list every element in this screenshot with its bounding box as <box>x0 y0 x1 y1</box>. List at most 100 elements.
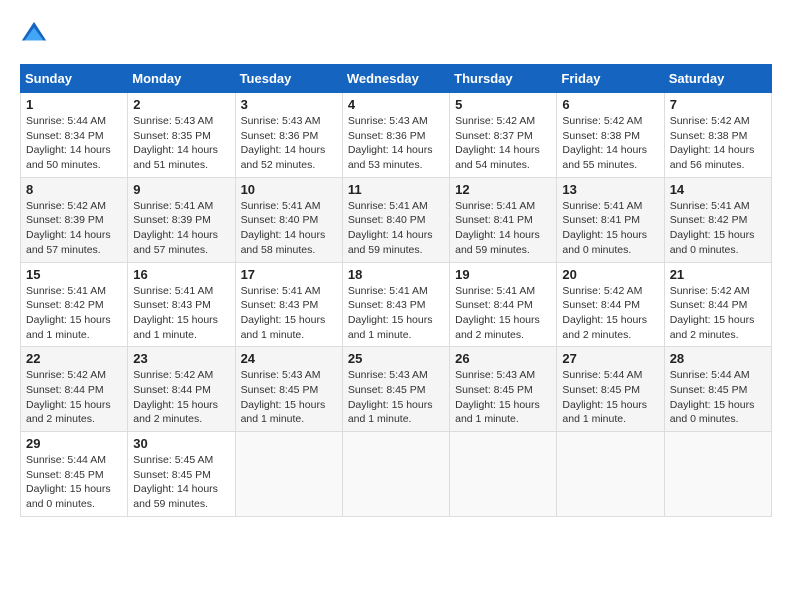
logo-icon <box>20 20 48 48</box>
day-info: Sunrise: 5:41 AM Sunset: 8:39 PM Dayligh… <box>133 199 229 258</box>
calendar-day-25: 25 Sunrise: 5:43 AM Sunset: 8:45 PM Dayl… <box>342 347 449 432</box>
day-number: 29 <box>26 436 122 451</box>
day-number: 16 <box>133 267 229 282</box>
col-header-wednesday: Wednesday <box>342 65 449 93</box>
day-info: Sunrise: 5:44 AM Sunset: 8:45 PM Dayligh… <box>26 453 122 512</box>
calendar-week-5: 29 Sunrise: 5:44 AM Sunset: 8:45 PM Dayl… <box>21 432 772 517</box>
day-info: Sunrise: 5:43 AM Sunset: 8:45 PM Dayligh… <box>241 368 337 427</box>
day-number: 6 <box>562 97 658 112</box>
calendar-day-3: 3 Sunrise: 5:43 AM Sunset: 8:36 PM Dayli… <box>235 93 342 178</box>
day-info: Sunrise: 5:44 AM Sunset: 8:45 PM Dayligh… <box>562 368 658 427</box>
day-info: Sunrise: 5:41 AM Sunset: 8:43 PM Dayligh… <box>241 284 337 343</box>
col-header-sunday: Sunday <box>21 65 128 93</box>
calendar-day-2: 2 Sunrise: 5:43 AM Sunset: 8:35 PM Dayli… <box>128 93 235 178</box>
calendar-day-19: 19 Sunrise: 5:41 AM Sunset: 8:44 PM Dayl… <box>450 262 557 347</box>
empty-cell <box>557 432 664 517</box>
day-number: 4 <box>348 97 444 112</box>
day-info: Sunrise: 5:45 AM Sunset: 8:45 PM Dayligh… <box>133 453 229 512</box>
empty-cell <box>342 432 449 517</box>
day-info: Sunrise: 5:41 AM Sunset: 8:41 PM Dayligh… <box>455 199 551 258</box>
day-number: 13 <box>562 182 658 197</box>
day-number: 27 <box>562 351 658 366</box>
col-header-saturday: Saturday <box>664 65 771 93</box>
day-number: 3 <box>241 97 337 112</box>
day-number: 24 <box>241 351 337 366</box>
calendar-day-22: 22 Sunrise: 5:42 AM Sunset: 8:44 PM Dayl… <box>21 347 128 432</box>
calendar-day-30: 30 Sunrise: 5:45 AM Sunset: 8:45 PM Dayl… <box>128 432 235 517</box>
calendar-day-9: 9 Sunrise: 5:41 AM Sunset: 8:39 PM Dayli… <box>128 177 235 262</box>
day-number: 14 <box>670 182 766 197</box>
day-info: Sunrise: 5:44 AM Sunset: 8:45 PM Dayligh… <box>670 368 766 427</box>
empty-cell <box>450 432 557 517</box>
empty-cell <box>235 432 342 517</box>
day-info: Sunrise: 5:42 AM Sunset: 8:44 PM Dayligh… <box>670 284 766 343</box>
day-number: 11 <box>348 182 444 197</box>
calendar-day-18: 18 Sunrise: 5:41 AM Sunset: 8:43 PM Dayl… <box>342 262 449 347</box>
calendar-day-23: 23 Sunrise: 5:42 AM Sunset: 8:44 PM Dayl… <box>128 347 235 432</box>
day-info: Sunrise: 5:42 AM Sunset: 8:44 PM Dayligh… <box>133 368 229 427</box>
day-info: Sunrise: 5:43 AM Sunset: 8:35 PM Dayligh… <box>133 114 229 173</box>
calendar-day-5: 5 Sunrise: 5:42 AM Sunset: 8:37 PM Dayli… <box>450 93 557 178</box>
day-number: 12 <box>455 182 551 197</box>
header <box>20 20 772 48</box>
day-number: 19 <box>455 267 551 282</box>
calendar-day-26: 26 Sunrise: 5:43 AM Sunset: 8:45 PM Dayl… <box>450 347 557 432</box>
calendar-day-6: 6 Sunrise: 5:42 AM Sunset: 8:38 PM Dayli… <box>557 93 664 178</box>
calendar-day-11: 11 Sunrise: 5:41 AM Sunset: 8:40 PM Dayl… <box>342 177 449 262</box>
calendar-table: SundayMondayTuesdayWednesdayThursdayFrid… <box>20 64 772 517</box>
calendar-day-17: 17 Sunrise: 5:41 AM Sunset: 8:43 PM Dayl… <box>235 262 342 347</box>
day-number: 10 <box>241 182 337 197</box>
calendar-day-16: 16 Sunrise: 5:41 AM Sunset: 8:43 PM Dayl… <box>128 262 235 347</box>
day-info: Sunrise: 5:41 AM Sunset: 8:43 PM Dayligh… <box>133 284 229 343</box>
calendar-day-28: 28 Sunrise: 5:44 AM Sunset: 8:45 PM Dayl… <box>664 347 771 432</box>
day-number: 5 <box>455 97 551 112</box>
day-number: 20 <box>562 267 658 282</box>
day-info: Sunrise: 5:41 AM Sunset: 8:43 PM Dayligh… <box>348 284 444 343</box>
calendar-day-10: 10 Sunrise: 5:41 AM Sunset: 8:40 PM Dayl… <box>235 177 342 262</box>
day-number: 1 <box>26 97 122 112</box>
calendar-day-24: 24 Sunrise: 5:43 AM Sunset: 8:45 PM Dayl… <box>235 347 342 432</box>
day-info: Sunrise: 5:42 AM Sunset: 8:37 PM Dayligh… <box>455 114 551 173</box>
day-info: Sunrise: 5:42 AM Sunset: 8:39 PM Dayligh… <box>26 199 122 258</box>
day-number: 26 <box>455 351 551 366</box>
day-info: Sunrise: 5:41 AM Sunset: 8:40 PM Dayligh… <box>348 199 444 258</box>
calendar-day-20: 20 Sunrise: 5:42 AM Sunset: 8:44 PM Dayl… <box>557 262 664 347</box>
day-info: Sunrise: 5:43 AM Sunset: 8:45 PM Dayligh… <box>455 368 551 427</box>
day-number: 21 <box>670 267 766 282</box>
day-number: 9 <box>133 182 229 197</box>
day-info: Sunrise: 5:42 AM Sunset: 8:38 PM Dayligh… <box>562 114 658 173</box>
day-number: 2 <box>133 97 229 112</box>
calendar-day-1: 1 Sunrise: 5:44 AM Sunset: 8:34 PM Dayli… <box>21 93 128 178</box>
calendar-day-15: 15 Sunrise: 5:41 AM Sunset: 8:42 PM Dayl… <box>21 262 128 347</box>
day-number: 28 <box>670 351 766 366</box>
logo <box>20 20 52 48</box>
col-header-monday: Monday <box>128 65 235 93</box>
calendar-day-14: 14 Sunrise: 5:41 AM Sunset: 8:42 PM Dayl… <box>664 177 771 262</box>
day-info: Sunrise: 5:43 AM Sunset: 8:36 PM Dayligh… <box>348 114 444 173</box>
day-info: Sunrise: 5:43 AM Sunset: 8:36 PM Dayligh… <box>241 114 337 173</box>
day-number: 8 <box>26 182 122 197</box>
day-info: Sunrise: 5:41 AM Sunset: 8:40 PM Dayligh… <box>241 199 337 258</box>
calendar-day-27: 27 Sunrise: 5:44 AM Sunset: 8:45 PM Dayl… <box>557 347 664 432</box>
col-header-thursday: Thursday <box>450 65 557 93</box>
day-number: 15 <box>26 267 122 282</box>
day-info: Sunrise: 5:41 AM Sunset: 8:44 PM Dayligh… <box>455 284 551 343</box>
day-info: Sunrise: 5:42 AM Sunset: 8:38 PM Dayligh… <box>670 114 766 173</box>
day-info: Sunrise: 5:41 AM Sunset: 8:42 PM Dayligh… <box>26 284 122 343</box>
day-number: 30 <box>133 436 229 451</box>
col-header-friday: Friday <box>557 65 664 93</box>
day-number: 25 <box>348 351 444 366</box>
calendar-day-4: 4 Sunrise: 5:43 AM Sunset: 8:36 PM Dayli… <box>342 93 449 178</box>
empty-cell <box>664 432 771 517</box>
day-number: 23 <box>133 351 229 366</box>
calendar-day-12: 12 Sunrise: 5:41 AM Sunset: 8:41 PM Dayl… <box>450 177 557 262</box>
calendar-week-4: 22 Sunrise: 5:42 AM Sunset: 8:44 PM Dayl… <box>21 347 772 432</box>
day-number: 18 <box>348 267 444 282</box>
day-info: Sunrise: 5:41 AM Sunset: 8:42 PM Dayligh… <box>670 199 766 258</box>
calendar-day-21: 21 Sunrise: 5:42 AM Sunset: 8:44 PM Dayl… <box>664 262 771 347</box>
calendar-day-7: 7 Sunrise: 5:42 AM Sunset: 8:38 PM Dayli… <box>664 93 771 178</box>
day-info: Sunrise: 5:42 AM Sunset: 8:44 PM Dayligh… <box>562 284 658 343</box>
calendar-week-2: 8 Sunrise: 5:42 AM Sunset: 8:39 PM Dayli… <box>21 177 772 262</box>
day-info: Sunrise: 5:41 AM Sunset: 8:41 PM Dayligh… <box>562 199 658 258</box>
calendar-day-13: 13 Sunrise: 5:41 AM Sunset: 8:41 PM Dayl… <box>557 177 664 262</box>
